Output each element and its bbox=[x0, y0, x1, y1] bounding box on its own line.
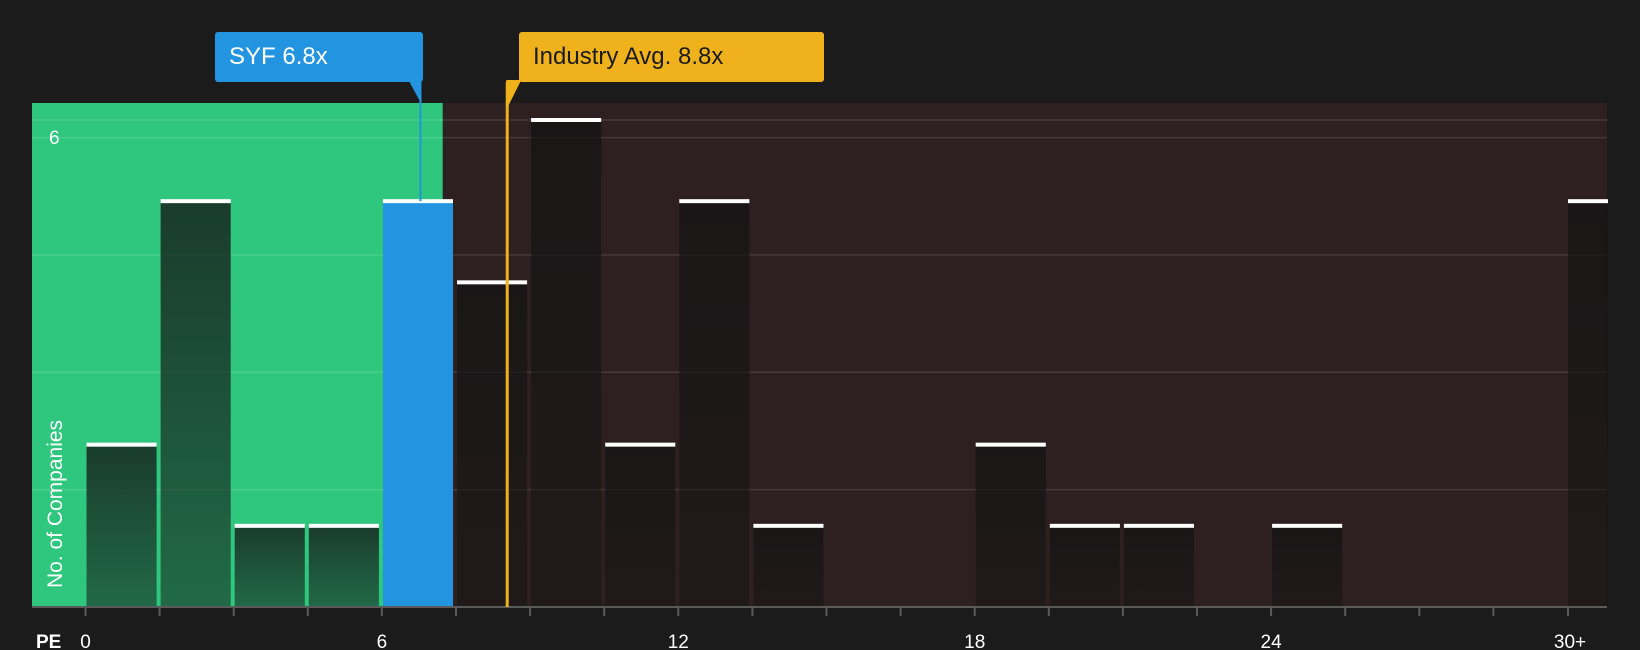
histogram-bar-cap bbox=[382, 199, 453, 204]
histogram-bar-cap bbox=[605, 442, 676, 447]
histogram-bar bbox=[605, 444, 676, 607]
y-tick-label: 6 bbox=[49, 128, 60, 149]
company-pe-label: SYF 6.8x bbox=[229, 43, 328, 70]
histogram-bar bbox=[86, 444, 157, 607]
x-tick-label: 0 bbox=[80, 632, 91, 650]
y-axis-title: No. of Companies bbox=[44, 420, 67, 588]
industry-avg-label: Industry Avg. 8.8x bbox=[533, 43, 724, 70]
histogram-bar bbox=[1568, 201, 1608, 607]
histogram-bar-cap bbox=[975, 442, 1046, 447]
histogram-bar-cap bbox=[753, 523, 824, 528]
histogram-bar bbox=[1123, 525, 1194, 607]
x-tick-label: 18 bbox=[964, 632, 985, 650]
histogram-bar bbox=[234, 525, 305, 607]
histogram-bar bbox=[531, 120, 602, 607]
histogram-bar-cap bbox=[234, 523, 305, 528]
histogram-bar-cap bbox=[1272, 523, 1343, 528]
x-tick-label: 6 bbox=[377, 632, 388, 650]
histogram-bar bbox=[753, 525, 824, 607]
x-tick-label: 30+ bbox=[1554, 632, 1586, 650]
histogram-bar-cap bbox=[86, 442, 157, 447]
histogram-bar bbox=[308, 525, 379, 607]
x-tick-label: 12 bbox=[668, 632, 689, 650]
histogram-bar bbox=[1049, 525, 1120, 607]
histogram-bar bbox=[679, 201, 750, 607]
histogram-bar bbox=[975, 444, 1046, 607]
company-pe-callout: SYF 6.8x bbox=[215, 32, 423, 82]
histogram-bar-cap bbox=[1568, 199, 1608, 204]
histogram-bar-cap bbox=[308, 523, 379, 528]
histogram-bar bbox=[457, 282, 528, 607]
industry-avg-callout: Industry Avg. 8.8x bbox=[519, 32, 824, 82]
histogram-bar-cap bbox=[679, 199, 750, 204]
x-ticks: 0 6 12 18 24 30+ bbox=[80, 607, 1586, 650]
histogram-bar bbox=[382, 201, 453, 607]
pe-distribution-chart: 0 6 12 18 24 30+ 6 No. of Companies PE bbox=[32, 80, 1608, 650]
histogram-bar-cap bbox=[1123, 523, 1194, 528]
histogram-bar-cap bbox=[457, 280, 528, 285]
histogram-bar bbox=[160, 201, 231, 607]
x-tick-label: 24 bbox=[1261, 632, 1283, 650]
histogram-bar bbox=[1272, 525, 1343, 607]
x-axis-title: PE bbox=[36, 632, 61, 650]
histogram-bar-cap bbox=[531, 118, 602, 122]
histogram-bar-cap bbox=[1049, 523, 1120, 528]
histogram-bar-cap bbox=[160, 199, 231, 204]
industry-callout-pointer bbox=[506, 80, 522, 106]
